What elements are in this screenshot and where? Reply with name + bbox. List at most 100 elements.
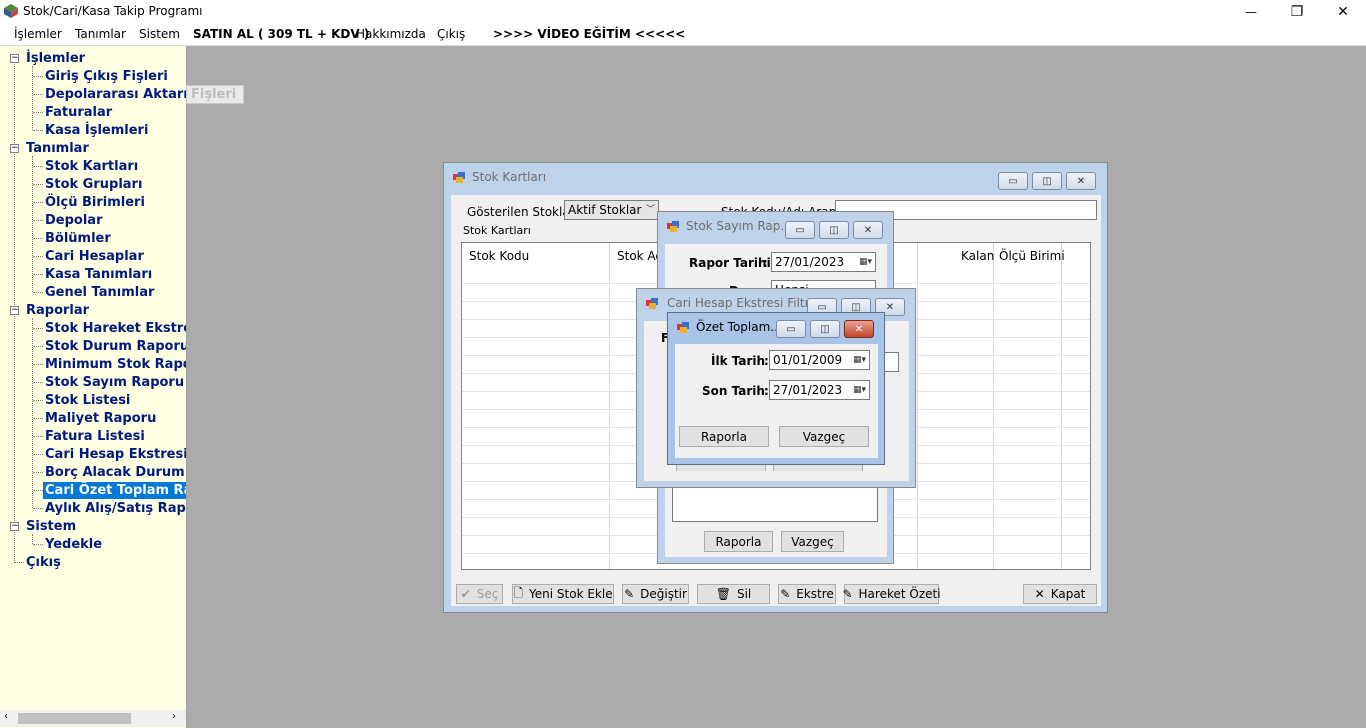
- form-icon: [677, 322, 689, 333]
- tree-cikis[interactable]: Çıkış: [26, 554, 61, 571]
- col-kalan[interactable]: Kalan: [961, 249, 994, 263]
- expander-tanimlar[interactable]: −: [10, 144, 19, 153]
- tree-aylik-alis-satis[interactable]: Aylık Alış/Satış Raporu: [45, 500, 186, 517]
- calendar-icon: ▦▾: [858, 257, 872, 267]
- degistir-label: Değiştir: [640, 587, 687, 601]
- tree-fatura-listesi[interactable]: Fatura Listesi: [45, 428, 145, 445]
- hareket-ozeti-button[interactable]: ✎ Hareket Özeti: [842, 584, 941, 604]
- form-icon: [646, 298, 658, 309]
- maximize-button[interactable]: ◫: [1032, 172, 1062, 190]
- tree-cari-ozet-toplam[interactable]: Cari Özet Toplam Raporu: [43, 482, 186, 499]
- tree-stok-durum-raporu[interactable]: Stok Durum Raporu: [45, 338, 186, 355]
- menu-exit[interactable]: Çıkış: [437, 27, 465, 41]
- expander-raporlar[interactable]: −: [10, 306, 19, 315]
- tree-depolararasi[interactable]: Depolararası Aktarım Fişleri: [45, 86, 186, 103]
- tree-yedekle[interactable]: Yedekle: [45, 536, 102, 553]
- scroll-left-icon[interactable]: ‹: [4, 711, 8, 722]
- shown-stocks-select[interactable]: Aktif Stoklar ﹀: [564, 200, 659, 220]
- tree-depolar[interactable]: Depolar: [45, 212, 102, 229]
- minimize-button[interactable]: ▭: [998, 172, 1028, 190]
- scroll-right-icon[interactable]: ›: [172, 711, 176, 722]
- chevron-down-icon: ﹀: [645, 205, 655, 215]
- close-button[interactable]: ✕: [853, 221, 883, 239]
- ozet-raporla-button[interactable]: Raporla: [679, 426, 769, 447]
- tree-raporlar[interactable]: Raporlar: [26, 302, 89, 319]
- window-title: Cari Hesap Ekstresi Filtre: [667, 296, 817, 310]
- tree-maliyet-raporu[interactable]: Maliyet Raporu: [45, 410, 156, 427]
- close-button[interactable]: ✕: [1066, 172, 1096, 190]
- close-icon: ✕: [1076, 175, 1086, 187]
- menu-buy[interactable]: SATIN AL ( 309 TL + KDV ): [193, 27, 369, 41]
- edit-icon: ✎: [780, 587, 791, 601]
- close-button[interactable]: ✕: [844, 320, 874, 338]
- close-button[interactable]: ✕: [1320, 0, 1366, 23]
- tree-genel-tanimlar[interactable]: Genel Tanımlar: [45, 284, 154, 301]
- ilk-tarih-picker[interactable]: 01/01/2009 ▦▾: [769, 350, 870, 370]
- minimize-button[interactable]: —: [1228, 0, 1274, 23]
- navigation-tree[interactable]: − İşlemler Giriş Çıkış Fişleri Depolarar…: [0, 46, 187, 728]
- edit-icon: ✎: [842, 587, 853, 601]
- app-title: Stok/Cari/Kasa Takip Programı: [23, 4, 203, 18]
- trash-icon: 🗑: [715, 587, 731, 601]
- ozet-vazgec-button[interactable]: Vazgeç: [779, 426, 869, 447]
- tree-stok-sayim-raporu[interactable]: Stok Sayım Raporu: [45, 374, 184, 391]
- menu-tanimlar[interactable]: Tanımlar: [75, 27, 126, 41]
- raporla-label: Raporla: [700, 429, 747, 444]
- sec-button[interactable]: ✔ Seç: [456, 584, 503, 604]
- tree-faturalar[interactable]: Faturalar: [45, 104, 112, 121]
- tree-kasa-islemleri[interactable]: Kasa İşlemleri: [45, 122, 148, 139]
- tree-olcu-birimleri[interactable]: Ölçü Birimleri: [45, 194, 145, 211]
- tree-kasa-tanimlari[interactable]: Kasa Tanımları: [45, 266, 152, 283]
- menu-video[interactable]: >>>> VİDEO EĞİTİM <<<<<: [493, 27, 685, 41]
- tree-borc-alacak[interactable]: Borç Alacak Durum Raporu: [45, 464, 186, 481]
- expander-islemler[interactable]: −: [10, 54, 19, 63]
- tree-minimum-stok-raporu[interactable]: Minimum Stok Raporu: [45, 356, 186, 373]
- raporla-label: Raporla: [715, 534, 762, 549]
- kapat-button[interactable]: ✕ Kapat: [1023, 584, 1097, 604]
- menu-islemler[interactable]: İşlemler: [14, 27, 62, 41]
- sil-button[interactable]: 🗑 Sil: [697, 584, 770, 604]
- title-bar: Stok/Cari/Kasa Takip Programı — ❐ ✕: [0, 0, 1366, 23]
- form-icon: [667, 221, 679, 232]
- son-tarih-picker[interactable]: 27/01/2023 ▦▾: [769, 380, 870, 400]
- minimize-button[interactable]: ▭: [776, 320, 806, 338]
- ekstre-button[interactable]: ✎ Ekstre: [778, 584, 836, 604]
- tree-stok-gruplari[interactable]: Stok Grupları: [45, 176, 142, 193]
- stok-sayim-list[interactable]: [672, 487, 878, 522]
- yeni-stok-ekle-button[interactable]: 🗋 Yeni Stok Ekle: [512, 584, 614, 604]
- raporla-button[interactable]: Raporla: [704, 531, 773, 552]
- tree-giris-cikis[interactable]: Giriş Çıkış Fişleri: [45, 68, 168, 85]
- tree-stok-kartlari[interactable]: Stok Kartları: [45, 158, 138, 175]
- ozet-toplam-window: Özet Toplam... ▭ ◫ ✕ İlk Tarih : 01/01/2…: [667, 312, 885, 465]
- close-icon: ✕: [854, 323, 864, 335]
- tree-horizontal-scrollbar[interactable]: ‹ ›: [0, 710, 186, 727]
- yeni-label: Yeni Stok Ekle: [529, 587, 613, 601]
- restore-icon: ❐: [1290, 3, 1304, 20]
- scroll-thumb[interactable]: [18, 713, 131, 724]
- menu-about[interactable]: Hakkımızda: [356, 27, 426, 41]
- degistir-button[interactable]: ✎ Değiştir: [622, 584, 689, 604]
- tree-stok-listesi[interactable]: Stok Listesi: [45, 392, 130, 409]
- tree-bolumler[interactable]: Bölümler: [45, 230, 111, 247]
- rapor-tarihi-picker[interactable]: 27/01/2023 ▦▾: [771, 252, 876, 272]
- minimize-button[interactable]: ▭: [785, 221, 815, 239]
- col-stok-kodu[interactable]: Stok Kodu: [469, 249, 529, 263]
- minimize-icon: ▭: [795, 224, 805, 236]
- restore-button[interactable]: ❐: [1274, 0, 1320, 23]
- app-icon: [4, 4, 18, 18]
- vazgec-button[interactable]: Vazgeç: [781, 531, 844, 552]
- tree-sistem[interactable]: Sistem: [26, 518, 76, 535]
- maximize-button[interactable]: ◫: [810, 320, 840, 338]
- close-icon: ✕: [863, 224, 873, 236]
- sil-label: Sil: [736, 587, 752, 601]
- maximize-button[interactable]: ◫: [819, 221, 849, 239]
- tree-cari-hesaplar[interactable]: Cari Hesaplar: [45, 248, 144, 265]
- tree-cari-hesap-ekstresi[interactable]: Cari Hesap Ekstresi: [45, 446, 186, 463]
- tree-islemler[interactable]: İşlemler: [26, 50, 85, 67]
- tree-stok-hareket-ekstresi[interactable]: Stok Hareket Ekstresi: [45, 320, 186, 337]
- expander-sistem[interactable]: −: [10, 522, 19, 531]
- menu-sistem[interactable]: Sistem: [139, 27, 180, 41]
- col-olcu-birimi[interactable]: Ölçü Birimi: [999, 249, 1065, 263]
- tree-tanimlar[interactable]: Tanımlar: [26, 140, 89, 157]
- edit-icon: ✎: [624, 587, 635, 601]
